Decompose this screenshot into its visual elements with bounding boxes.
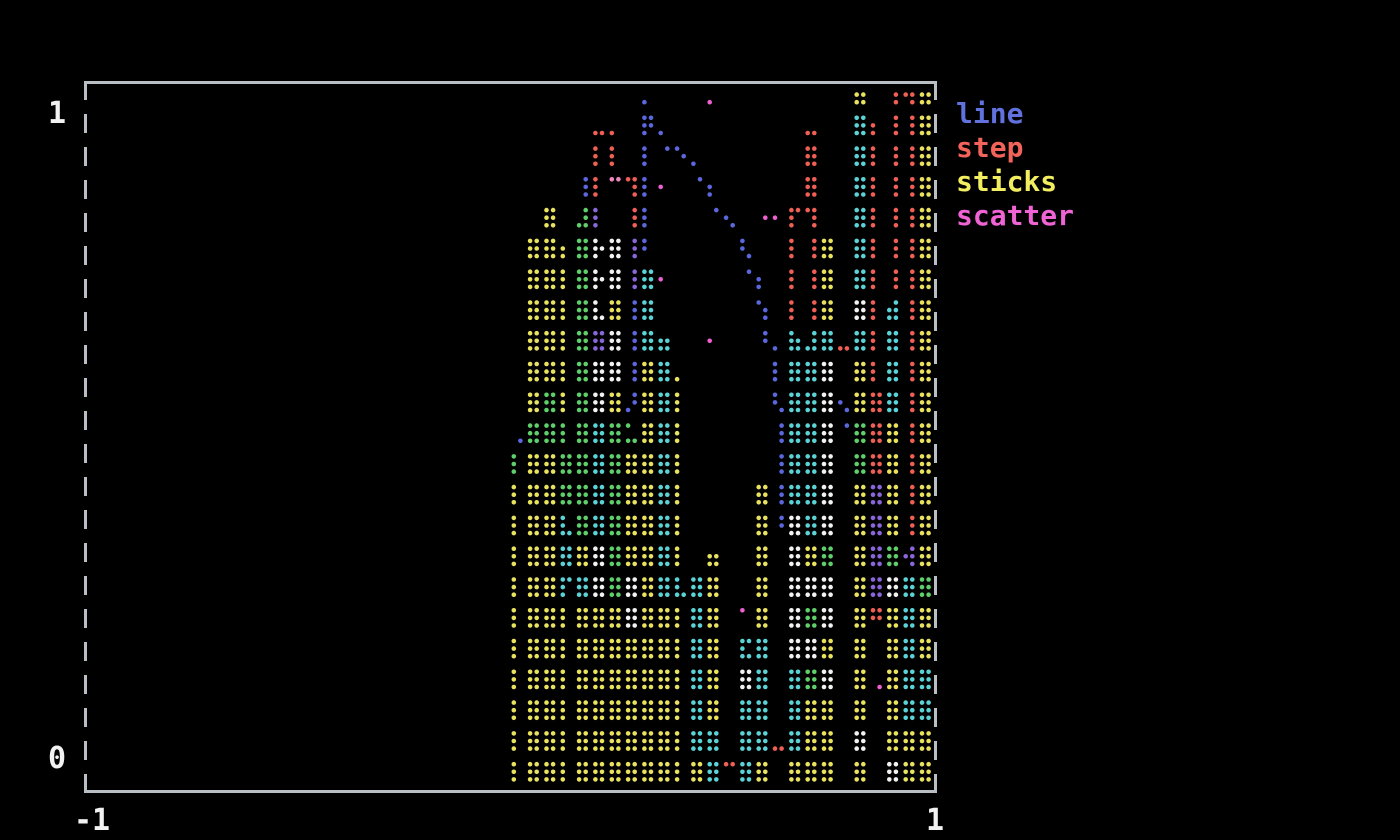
legend-item-line: line <box>956 97 1074 131</box>
x-axis-min-label: -1 <box>62 806 122 836</box>
y-axis-min-label: 0 <box>28 744 66 774</box>
plot-dots-canvas <box>85 82 936 792</box>
y-axis-max-label: 1 <box>28 99 66 129</box>
legend-item-scatter: scatter <box>956 199 1074 233</box>
legend-item-sticks: sticks <box>956 165 1074 199</box>
plot-area <box>84 81 937 793</box>
terminal-plot-screen: 1 0 -1 1 linestepsticksscatter <box>0 0 1400 840</box>
x-axis-max-label: 1 <box>905 806 965 836</box>
legend-item-step: step <box>956 131 1074 165</box>
legend: linestepsticksscatter <box>956 97 1074 233</box>
